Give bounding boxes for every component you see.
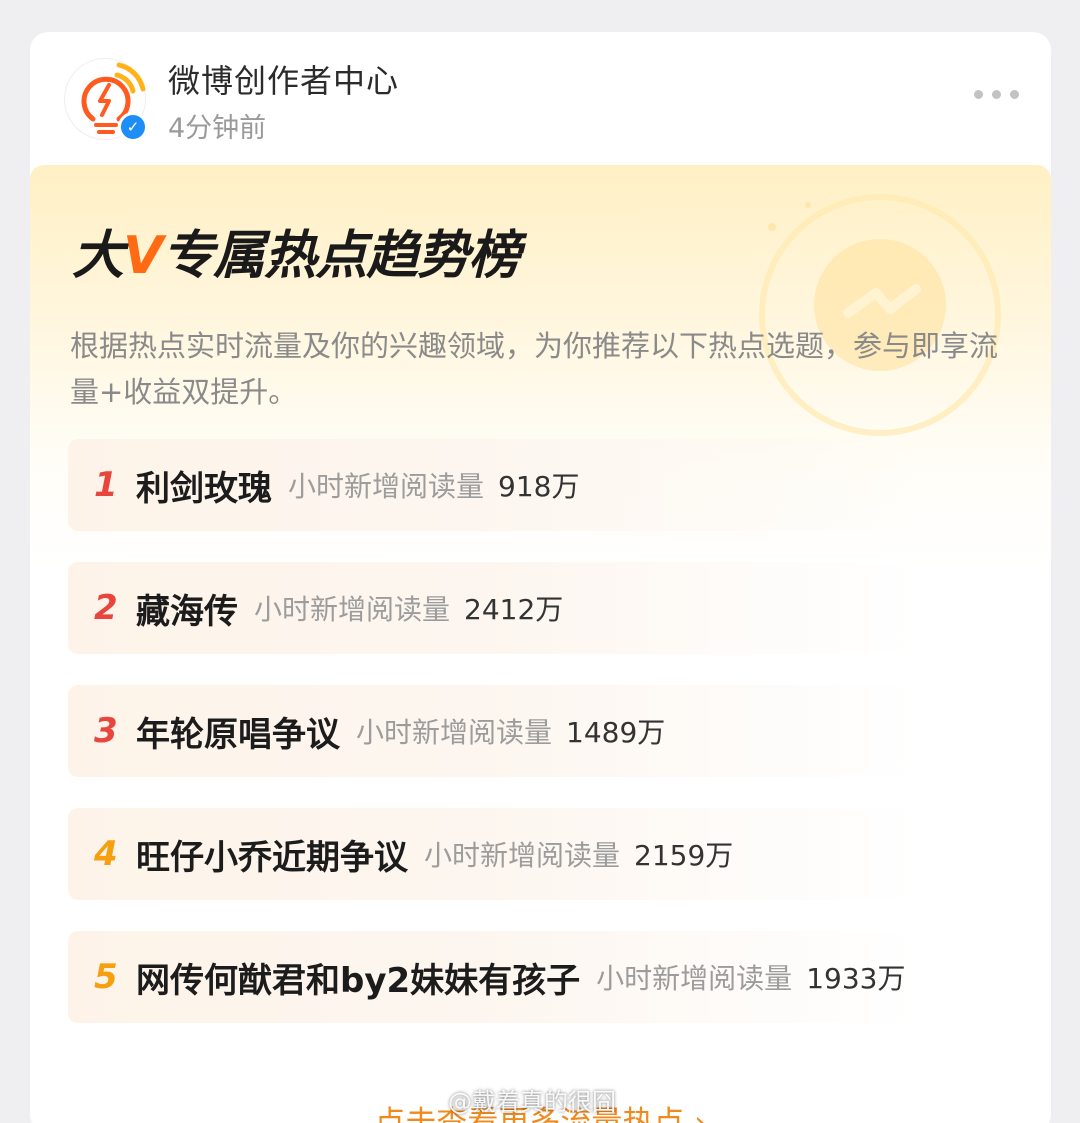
trend-metric-label: 小时新增阅读量 bbox=[288, 470, 485, 503]
verified-badge-icon: ✓ bbox=[118, 112, 148, 142]
dot bbox=[1010, 90, 1019, 99]
trend-item[interactable]: 5 网传何猷君和by2妹妹有孩子 小时新增阅读量 1933万 bbox=[68, 931, 918, 1023]
trend-rank: 4 bbox=[94, 834, 118, 874]
dot bbox=[992, 90, 1001, 99]
trend-rank: 5 bbox=[94, 957, 118, 997]
dot bbox=[974, 90, 983, 99]
trend-metric-value: 1489万 bbox=[566, 716, 666, 749]
post-time: 4分钟前 bbox=[168, 113, 267, 144]
trend-item[interactable]: 3 年轮原唱争议 小时新增阅读量 1489万 bbox=[68, 685, 918, 777]
author-name[interactable]: 微博创作者中心 bbox=[168, 56, 399, 102]
trend-metric-value: 918万 bbox=[498, 470, 580, 503]
trend-item[interactable]: 2 藏海传 小时新增阅读量 2412万 bbox=[68, 562, 918, 654]
trend-metric-value: 1933万 bbox=[806, 962, 906, 995]
post-card: ✓ 微博创作者中心 4分钟前 大V专属热点趋势榜 根据热点实时流量及你的兴趣领域… bbox=[30, 32, 1051, 1123]
trend-metric-value: 2159万 bbox=[634, 839, 734, 872]
banner-headline: 大V专属热点趋势榜 bbox=[72, 213, 520, 288]
trend-metric-value: 2412万 bbox=[464, 593, 564, 626]
headline-part: 专属热点趋势榜 bbox=[162, 226, 520, 286]
trend-rank: 2 bbox=[94, 588, 118, 628]
trend-topic[interactable]: 旺仔小乔近期争议 bbox=[136, 830, 408, 879]
trend-item[interactable]: 1 利剑玫瑰 小时新增阅读量 918万 bbox=[68, 439, 918, 531]
trend-metric-label: 小时新增阅读量 bbox=[424, 839, 621, 872]
banner-description: 根据热点实时流量及你的兴趣领域，为你推荐以下热点选题，参与即享流量+收益双提升。 bbox=[70, 329, 999, 409]
headline-part: 大 bbox=[72, 226, 124, 286]
more-dots-icon[interactable] bbox=[974, 90, 1019, 99]
trend-topic[interactable]: 利剑玫瑰 bbox=[136, 461, 272, 510]
headline-v: V bbox=[123, 226, 163, 286]
watermark-text: @戴着真的很囧 bbox=[448, 1088, 616, 1116]
trend-metric-label: 小时新增阅读量 bbox=[596, 962, 793, 995]
trend-rank: 3 bbox=[94, 711, 118, 751]
trend-item[interactable]: 4 旺仔小乔近期争议 小时新增阅读量 2159万 bbox=[68, 808, 918, 900]
trend-topic[interactable]: 年轮原唱争议 bbox=[136, 707, 340, 756]
trend-banner[interactable]: 大V专属热点趋势榜 根据热点实时流量及你的兴趣领域，为你推荐以下热点选题，参与即… bbox=[30, 165, 1051, 1123]
trend-metric-label: 小时新增阅读量 bbox=[356, 716, 553, 749]
trend-topic[interactable]: 藏海传 bbox=[136, 584, 238, 633]
trend-rank: 1 bbox=[94, 465, 118, 505]
trend-metric-label: 小时新增阅读量 bbox=[254, 593, 451, 626]
trend-topic[interactable]: 网传何猷君和by2妹妹有孩子 bbox=[136, 953, 580, 1002]
